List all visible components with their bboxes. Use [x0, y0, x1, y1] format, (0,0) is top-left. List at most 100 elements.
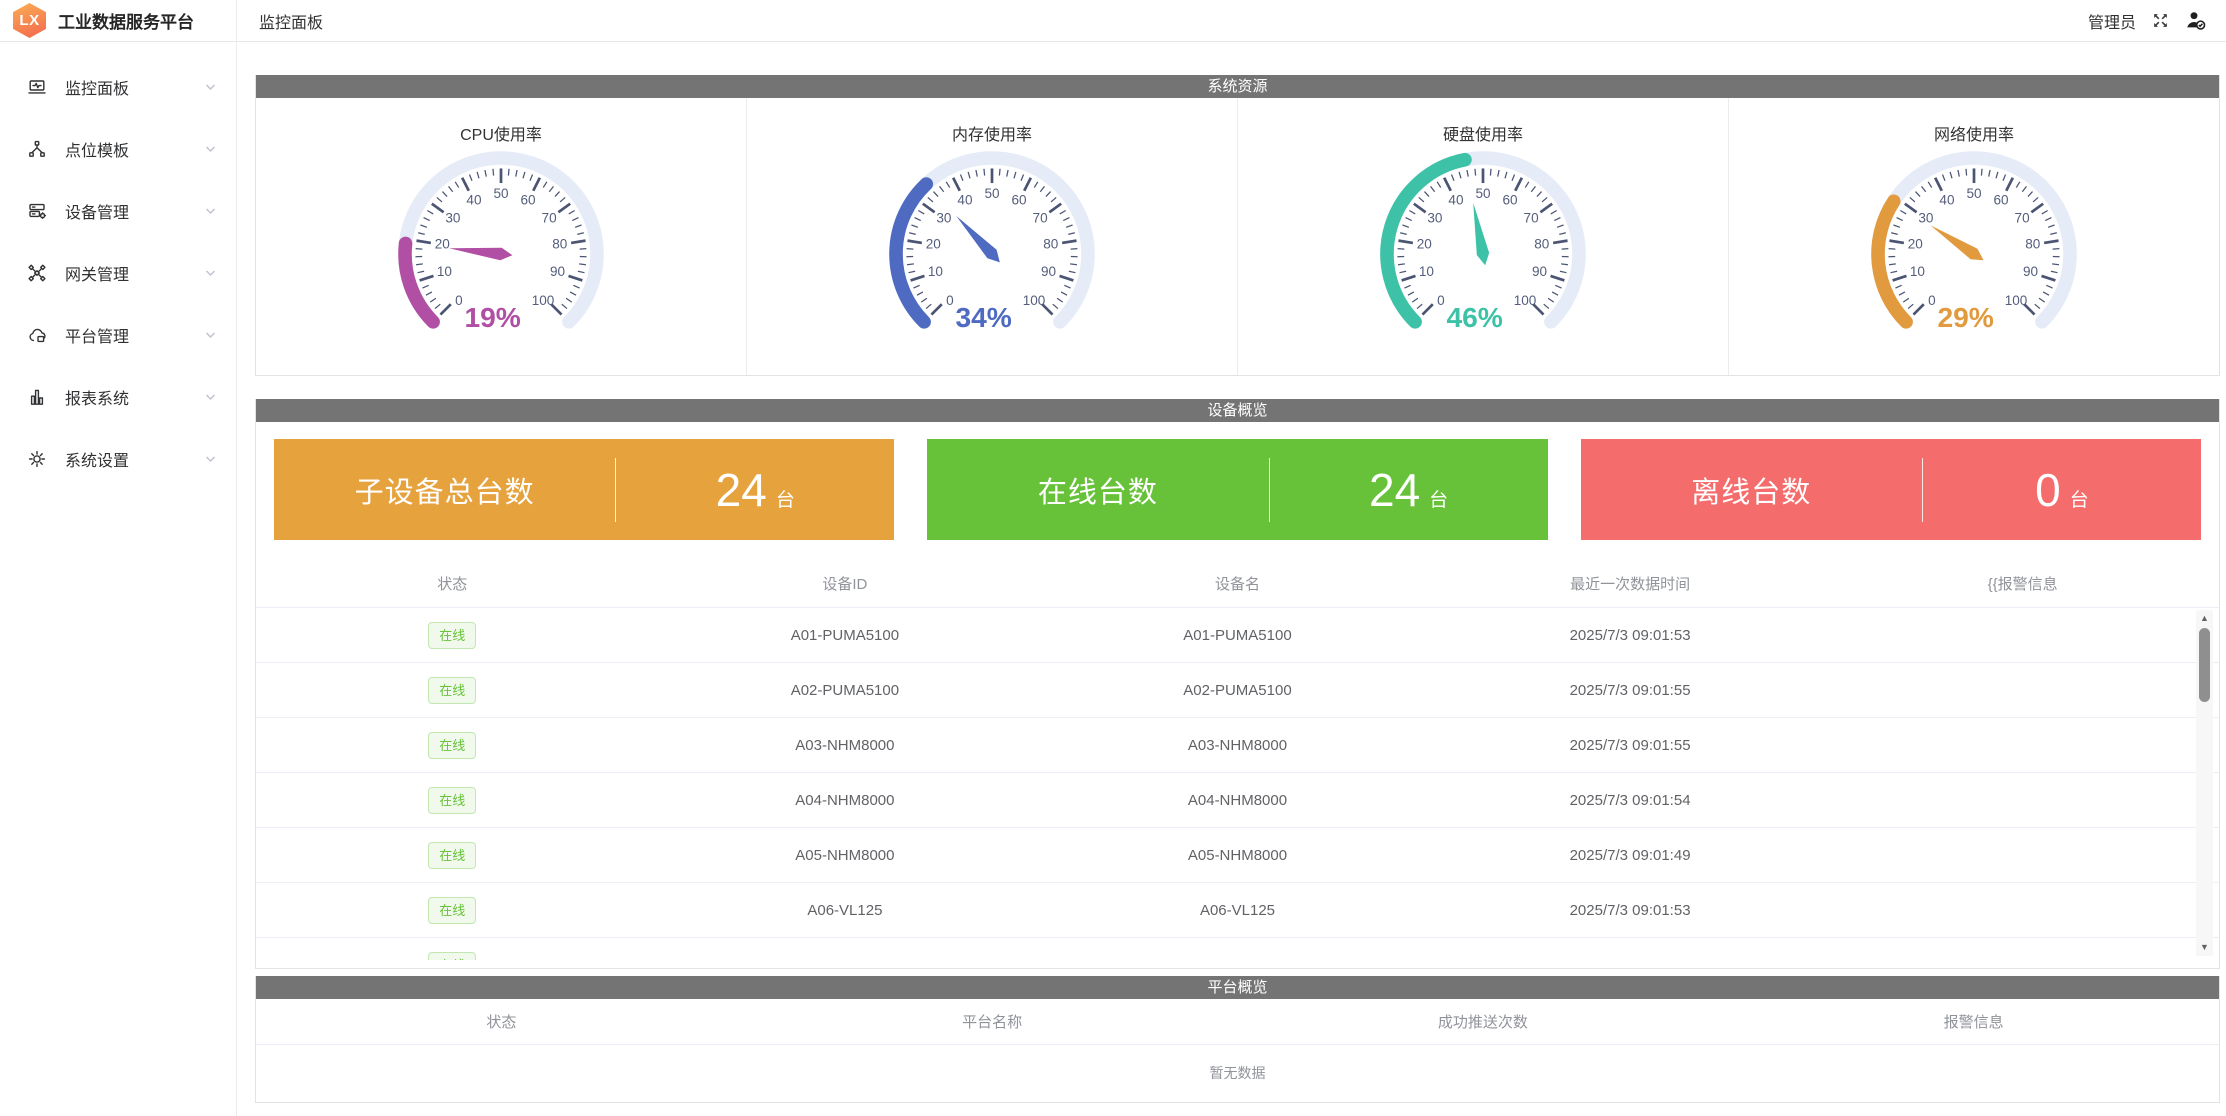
app-logo: LX: [13, 3, 46, 38]
gauge-title: 网络使用率: [1933, 127, 2014, 144]
gauge-title: 硬盘使用率: [1442, 127, 1523, 144]
sidebar-item-device[interactable]: 设备管理: [0, 180, 236, 242]
stat-card: 子设备总台数 24 台: [274, 439, 895, 540]
gauge-value: 19%: [464, 301, 520, 333]
gauge-chart: 010 20 30 40 50 60 70 80 90 100 19%: [398, 151, 604, 333]
device-id-cell: A01-PUMA5100: [790, 626, 900, 644]
chevron-down-icon: [205, 331, 216, 339]
sidebar-item-report-chart[interactable]: 报表系统: [0, 366, 236, 428]
platform-column-header: 平台名称: [962, 1014, 1023, 1031]
device-column-header: 最近一次数据时间: [1570, 576, 1691, 593]
gauge-progress-arc: [1871, 194, 1913, 329]
gauge-tick-label: 80: [2025, 236, 2040, 251]
vertical-scrollbar[interactable]: ▲ ▼: [2196, 610, 2213, 956]
status-badge: 在线: [428, 731, 477, 759]
gauge-tick-label: 30: [1918, 211, 1933, 226]
gauge-tick-label: 20: [1908, 236, 1923, 251]
sidebar-item-label: 点位模板: [65, 143, 130, 160]
gauge-tick-label: 40: [1939, 193, 1954, 208]
gauge-tick-label: 0: [946, 293, 954, 308]
gauge-tick-label: 50: [984, 186, 999, 201]
gauge-tick-label: 100: [1514, 293, 1537, 308]
device-name-cell: A01-PUMA5100: [1183, 626, 1292, 644]
gauge-panel: 硬盘使用率 0 10 20 30 40 50 60 70 80 90 100 46%: [1238, 98, 1729, 375]
chevron-down-icon: [205, 393, 216, 401]
device-table-scroll-area: 在线 A01-PUMA5100 A01-PUMA5100 2025/7/3 09…: [256, 608, 2219, 960]
gauge-tick-label: 0: [455, 293, 463, 308]
gauge-needle: [1473, 202, 1490, 266]
gauge-needle: [956, 216, 1000, 263]
scrollbar-up-button[interactable]: ▲: [2196, 611, 2213, 626]
platform-cloud-icon: [27, 325, 47, 345]
sidebar-item-nodes[interactable]: 点位模板: [0, 118, 236, 180]
gauge-chart: 010 20 30 40 50 60 70 80 90 100 34%: [889, 151, 1095, 333]
section-title-bar: 设备概览: [256, 399, 2219, 422]
last-data-time-cell: 2025/7/3 09:01:53: [1569, 901, 1691, 919]
device-table-body: 在线 A01-PUMA5100 A01-PUMA5100 2025/7/3 09…: [256, 608, 2219, 960]
stat-card-row: 子设备总台数 24 台 在线台数 24 台 离线台数 0台: [256, 422, 2219, 540]
gauge-value: 46%: [1446, 301, 1502, 333]
user-avatar-icon[interactable]: [2185, 10, 2206, 31]
stat-card-number: 0: [2035, 463, 2061, 516]
gauge-title: CPU使用率: [460, 127, 542, 144]
device-name-cell: A03-NHM8000: [1187, 736, 1288, 754]
scrollbar-down-button[interactable]: ▼: [2196, 940, 2213, 955]
sidebar-item-settings-gear[interactable]: 系统设置: [0, 428, 236, 490]
gauge-progress-arc: [398, 236, 440, 329]
gauge-tick-label: 10: [1910, 264, 1925, 279]
table-row: 在线 A02-PUMA5100 A02-PUMA5100 2025/7/3 09…: [256, 663, 2219, 718]
gauge-tick-label: 30: [445, 211, 460, 226]
last-data-time-cell: 2025/7/3 09:01:54: [1569, 791, 1691, 809]
sidebar-item-gateway[interactable]: 网关管理: [0, 242, 236, 304]
gauge-value: 34%: [955, 301, 1011, 333]
stat-card-value: 0台: [1923, 463, 2201, 517]
table-row: 在线 A01-PUMA5100 A01-PUMA5100 2025/7/3 09…: [256, 608, 2219, 663]
device-column-header: {{报警信息: [1987, 576, 2058, 593]
empty-data-text: 暂无数据: [1209, 1065, 1266, 1081]
content: 系统资源 CPU使用率 0 10 20 30 40 50 60 70 80 90 100 19% 内存…: [237, 42, 2226, 1103]
app-root: LX 工业数据服务平台 监控面板 管理员 监控面板 点位模板 设备管理 网关管理…: [0, 0, 2226, 1116]
gauge-tick-label: 90: [2023, 264, 2038, 279]
platform-column-header: 状态: [486, 1014, 517, 1031]
scrollbar-thumb[interactable]: [2199, 628, 2210, 702]
current-user-label[interactable]: 管理员: [2088, 9, 2136, 33]
stat-card-unit: 台: [2069, 489, 2089, 511]
gauge-tick-label: 70: [542, 211, 557, 226]
device-column-header: 设备ID: [822, 576, 868, 593]
stat-card-label: 离线台数: [1691, 476, 1812, 509]
gauge-tick-label: 60: [1993, 193, 2008, 208]
sidebar-item-monitor[interactable]: 监控面板: [0, 56, 236, 118]
gauge-tick-label: 0: [1928, 293, 1936, 308]
gateway-icon: [27, 263, 47, 283]
device-name-cell: A04-NHM8000: [1187, 791, 1288, 809]
stat-card-value: 24 台: [1270, 463, 1548, 517]
gauge-chart: 010 20 30 40 50 60 70 80 90 100 46%: [1380, 151, 1586, 333]
sidebar-item-label: 系统设置: [65, 453, 130, 470]
gauge-tick-label: 60: [1502, 193, 1517, 208]
device-column-header: 状态: [437, 576, 468, 593]
sidebar-item-label: 网关管理: [65, 267, 130, 284]
device-id-cell: A06-VL125: [807, 901, 883, 919]
stat-card-label: 子设备总台数: [354, 476, 535, 509]
gauge-tick-label: 10: [928, 264, 943, 279]
sidebar-item-platform-cloud[interactable]: 平台管理: [0, 304, 236, 366]
fullscreen-icon[interactable]: [2151, 11, 2170, 30]
gauge-tick-label: 10: [1419, 264, 1434, 279]
gauge-tick-label: 50: [1966, 186, 1981, 201]
gauge-tick-label: 20: [435, 236, 450, 251]
status-badge: 在线: [428, 896, 477, 924]
status-badge: 在线: [428, 621, 477, 649]
gauge-tick-label: 90: [550, 264, 565, 279]
last-data-time-cell: 2025/7/3 09:01:49: [1569, 846, 1691, 864]
device-name-cell: A02-PUMA5100: [1183, 681, 1292, 699]
gauge-tick-label: 80: [552, 236, 567, 251]
stat-card-value: 24 台: [616, 463, 894, 517]
gauge-panel: 内存使用率 0 10 20 30 40 50 60 70 80 90 100 34%: [747, 98, 1238, 375]
gauge-value: 29%: [1937, 301, 1993, 333]
gauge-row: CPU使用率 0 10 20 30 40 50 60 70 80 90 100 19% 内存使用率 0…: [256, 98, 2219, 375]
gauge-tick-label: 90: [1532, 264, 1547, 279]
gauge-tick-label: 40: [1448, 193, 1463, 208]
chevron-down-icon: [205, 207, 216, 215]
chevron-down-icon: [205, 455, 216, 463]
gauge-tick-label: 60: [1011, 193, 1026, 208]
